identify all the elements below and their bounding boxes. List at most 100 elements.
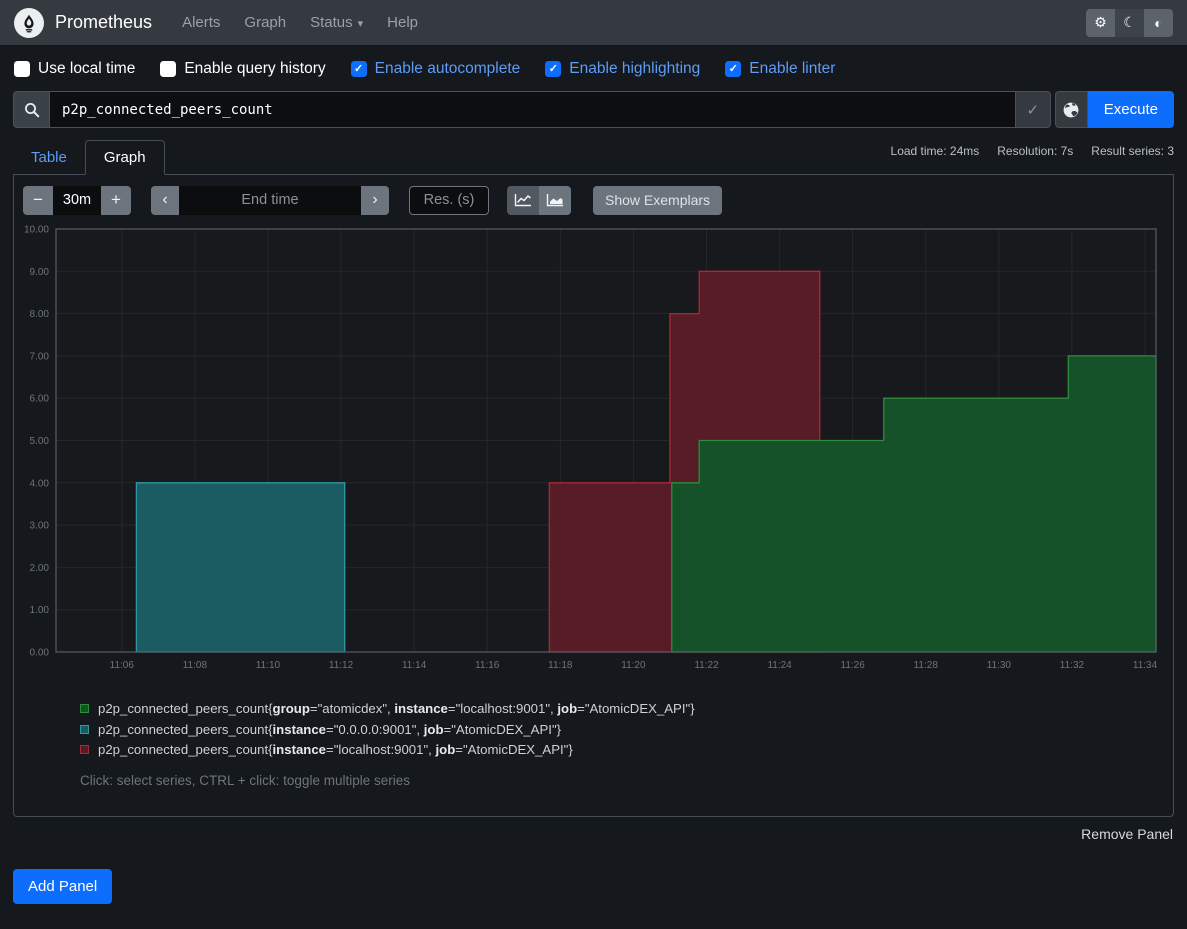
query-stats: Load time: 24ms Resolution: 7s Result se… <box>873 140 1174 158</box>
legend-swatch <box>80 704 89 713</box>
checkbox-unchecked-icon <box>14 61 30 77</box>
range-stepper: − + <box>23 186 131 215</box>
y-tick-label: 2.00 <box>30 563 50 574</box>
stat-resolution: Resolution: 7s <box>997 144 1073 158</box>
x-tick-label: 11:28 <box>914 660 939 671</box>
y-tick-label: 9.00 <box>30 267 50 278</box>
range-decrease-button[interactable]: − <box>23 186 53 215</box>
nav-item-help[interactable]: Help <box>387 14 418 31</box>
search-addon <box>13 91 49 128</box>
y-tick-label: 5.00 <box>30 436 50 447</box>
time-back-button[interactable]: ‹ <box>151 186 179 215</box>
stacked-chart-button[interactable] <box>539 186 571 215</box>
check-icon: ✓ <box>549 64 558 75</box>
y-tick-label: 1.00 <box>30 605 50 616</box>
tabs-row: Table Graph Load time: 24ms Resolution: … <box>13 140 1174 175</box>
query-input-group: ✓ Execute <box>13 91 1174 128</box>
legend-series-label: p2p_connected_peers_count{instance="0.0.… <box>98 722 561 737</box>
options-row: Use local timeEnable query history✓Enabl… <box>0 45 1187 89</box>
legend-item[interactable]: p2p_connected_peers_count{group="atomicd… <box>80 701 1164 716</box>
resolution-input[interactable] <box>409 186 489 215</box>
series-area-teal <box>136 483 344 652</box>
settings-button[interactable]: ⚙ <box>1086 9 1115 37</box>
x-tick-label: 11:34 <box>1133 660 1158 671</box>
metrics-explorer-button[interactable] <box>1055 91 1088 128</box>
end-time-input[interactable] <box>179 186 361 215</box>
navbar: Prometheus Alerts Graph Status▾ Help ⚙ ☾ ◐ <box>0 0 1187 45</box>
graph-panel: − + ‹ › Show Exemplars <box>13 175 1174 817</box>
nav-item-status[interactable]: Status▾ <box>310 14 363 31</box>
globe-icon <box>1062 101 1080 119</box>
dark-theme-button[interactable]: ☾ <box>1115 9 1144 37</box>
torch-icon <box>19 13 39 33</box>
y-tick-label: 4.00 <box>30 478 50 489</box>
graph-controls: − + ‹ › Show Exemplars <box>23 185 1164 215</box>
x-tick-label: 11:20 <box>621 660 646 671</box>
execute-button[interactable]: Execute <box>1088 91 1174 128</box>
x-tick-label: 11:08 <box>183 660 208 671</box>
nav-item-alerts[interactable]: Alerts <box>182 14 220 31</box>
range-input[interactable] <box>53 186 101 215</box>
tab-table[interactable]: Table <box>13 141 85 174</box>
end-time-group: ‹ › <box>151 186 389 215</box>
nav-item-graph[interactable]: Graph <box>244 14 286 31</box>
remove-panel-row: Remove Panel <box>14 826 1173 844</box>
x-tick-label: 11:12 <box>329 660 354 671</box>
auto-theme-button[interactable]: ◐ <box>1144 9 1173 37</box>
theme-button-group: ⚙ ☾ ◐ <box>1086 9 1173 37</box>
x-tick-label: 11:24 <box>767 660 792 671</box>
remove-panel-link[interactable]: Remove Panel <box>1081 826 1173 842</box>
stacked-chart-icon <box>546 193 564 207</box>
option-enable-query-history[interactable]: Enable query history <box>160 60 325 78</box>
y-tick-label: 0.00 <box>30 648 50 659</box>
y-tick-label: 7.00 <box>30 351 50 362</box>
show-exemplars-button[interactable]: Show Exemplars <box>593 186 722 215</box>
legend-item[interactable]: p2p_connected_peers_count{instance="0.0.… <box>80 722 1164 737</box>
option-label: Enable query history <box>184 60 325 78</box>
x-tick-label: 11:10 <box>256 660 281 671</box>
x-tick-label: 11:30 <box>987 660 1012 671</box>
option-label: Enable autocomplete <box>375 60 521 78</box>
contrast-icon: ◐ <box>1154 15 1162 31</box>
brand-title[interactable]: Prometheus <box>55 12 152 33</box>
range-increase-button[interactable]: + <box>101 186 131 215</box>
time-forward-button[interactable]: › <box>361 186 389 215</box>
y-tick-label: 3.00 <box>30 521 50 532</box>
checkbox-checked-icon: ✓ <box>545 61 561 77</box>
x-tick-label: 11:14 <box>402 660 427 671</box>
stat-load-time: Load time: 24ms <box>891 144 980 158</box>
option-enable-highlighting[interactable]: ✓ Enable highlighting <box>545 60 700 78</box>
legend: p2p_connected_peers_count{group="atomicd… <box>80 701 1164 757</box>
moon-icon: ☾ <box>1123 14 1136 31</box>
chart-type-toggle <box>507 186 571 215</box>
search-icon <box>24 102 40 118</box>
query-valid-addon: ✓ <box>1016 91 1051 128</box>
caret-down-icon: ▾ <box>358 17 364 30</box>
option-label: Enable linter <box>749 60 835 78</box>
legend-series-label: p2p_connected_peers_count{group="atomicd… <box>98 701 695 716</box>
graph-canvas[interactable]: 0.00 1.00 2.00 3.00 4.00 5.00 6.00 7.00 8.00 9.00… <box>23 225 1166 677</box>
x-tick-label: 11:18 <box>548 660 573 671</box>
x-tick-label: 11:06 <box>110 660 135 671</box>
checkbox-checked-icon: ✓ <box>351 61 367 77</box>
option-enable-linter[interactable]: ✓Enable linter <box>725 60 835 78</box>
option-label: Enable highlighting <box>569 60 700 78</box>
line-chart-icon <box>514 193 532 207</box>
query-expression-input[interactable] <box>49 91 1016 128</box>
y-tick-label: 10.00 <box>24 225 49 236</box>
legend-swatch <box>80 725 89 734</box>
line-chart-button[interactable] <box>507 186 539 215</box>
tab-graph[interactable]: Graph <box>85 140 165 175</box>
y-tick-label: 8.00 <box>30 309 50 320</box>
gear-icon: ⚙ <box>1094 14 1107 31</box>
prometheus-logo-icon[interactable] <box>14 8 44 38</box>
check-icon: ✓ <box>354 64 363 75</box>
option-enable-autocomplete[interactable]: ✓ Enable autocomplete <box>351 60 521 78</box>
y-tick-label: 6.00 <box>30 394 50 405</box>
legend-series-label: p2p_connected_peers_count{instance="loca… <box>98 742 573 757</box>
nav-links: Alerts Graph Status▾ Help <box>182 14 442 31</box>
legend-item[interactable]: p2p_connected_peers_count{instance="loca… <box>80 742 1164 757</box>
add-panel-button[interactable]: Add Panel <box>13 869 112 904</box>
checkbox-unchecked-icon <box>160 61 176 77</box>
option-use-local-time[interactable]: Use local time <box>14 60 135 78</box>
